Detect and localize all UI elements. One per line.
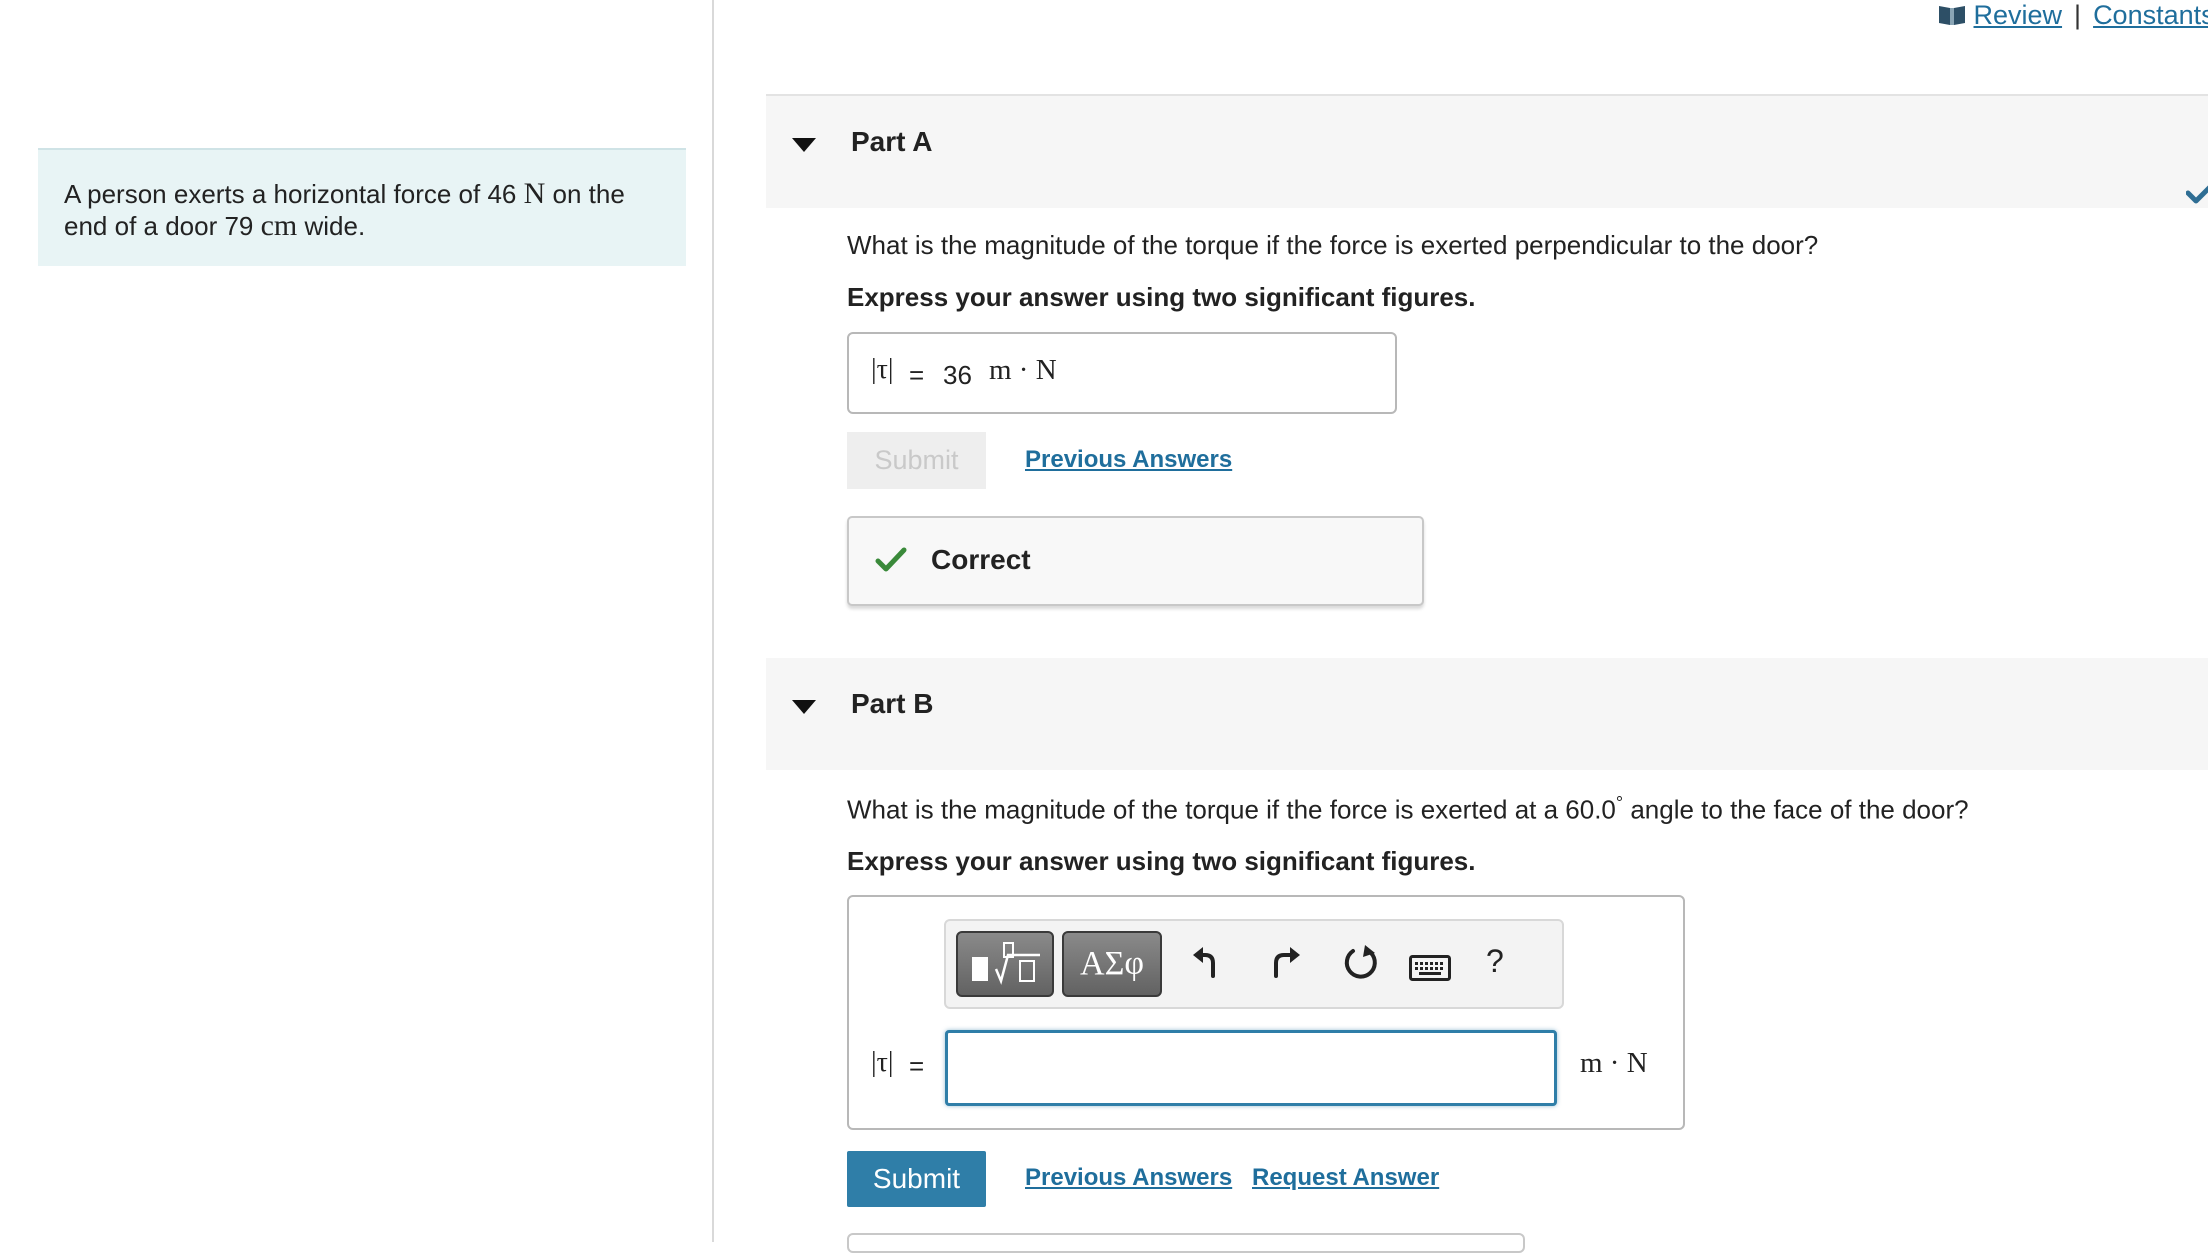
- undo-icon[interactable]: [1191, 943, 1225, 981]
- request-answer-link[interactable]: Request Answer: [1252, 1164, 1439, 1192]
- equals-sign: =: [909, 360, 925, 390]
- part-b-previous-answers-link[interactable]: Previous Answers: [1025, 1164, 1232, 1192]
- reset-icon[interactable]: [1341, 943, 1381, 983]
- equals-sign: =: [909, 1051, 925, 1081]
- part-b-answer-input[interactable]: [945, 1030, 1557, 1106]
- problem-text-3: wide.: [297, 211, 366, 241]
- part-a-answer-display: |τ| = 36 m · N: [847, 332, 1397, 414]
- next-panel-edge: [847, 1233, 1525, 1253]
- constants-link[interactable]: Constants: [2093, 0, 2208, 30]
- keyboard-icon[interactable]: [1409, 955, 1451, 981]
- correct-text: Correct: [931, 544, 1031, 575]
- part-b-title: Part B: [851, 688, 934, 719]
- pane-divider: [712, 0, 714, 1242]
- part-a-submit-button: Submit: [847, 432, 986, 489]
- part-a-header[interactable]: Part A: [766, 94, 2208, 208]
- templates-icon: [972, 942, 1040, 985]
- part-b-submit-button[interactable]: Submit: [847, 1151, 986, 1207]
- torque-symbol: |τ|: [871, 354, 894, 385]
- correct-check-icon: [875, 547, 907, 572]
- part-b-header[interactable]: Part B: [766, 658, 2208, 770]
- length-unit: cm: [260, 209, 298, 242]
- correct-feedback: Correct: [847, 516, 1424, 606]
- part-b-instruction: Express your answer using two significan…: [847, 846, 1476, 876]
- part-a-answer-value: 36: [943, 360, 972, 390]
- problem-statement: A person exerts a horizontal force of 46…: [38, 148, 686, 266]
- review-link[interactable]: Review: [1974, 0, 2063, 30]
- math-toolbar: ΑΣφ ?: [944, 919, 1564, 1009]
- part-a-previous-answers-link[interactable]: Previous Answers: [1025, 446, 1232, 474]
- part-b-unit: m · N: [1580, 1047, 1648, 1079]
- part-b-question-text-2: angle to the face of the door?: [1623, 794, 1969, 825]
- part-a-title: Part A: [851, 126, 933, 157]
- redo-icon[interactable]: [1268, 943, 1302, 981]
- book-icon: [1939, 6, 1965, 25]
- part-b-question: What is the magnitude of the torque if t…: [847, 793, 1969, 826]
- templates-button[interactable]: [956, 931, 1054, 997]
- help-button[interactable]: ?: [1486, 943, 1504, 980]
- part-a-unit: m · N: [989, 354, 1057, 386]
- part-a-question: What is the magnitude of the torque if t…: [847, 230, 1819, 260]
- math-answer-editor: ΑΣφ ? |τ| = m · N: [847, 895, 1685, 1130]
- torque-symbol: |τ|: [871, 1047, 894, 1078]
- collapse-caret-icon[interactable]: [792, 700, 816, 714]
- top-links: Review | Constants: [1938, 0, 2208, 34]
- part-b-question-text-1: What is the magnitude of the torque if t…: [847, 794, 1616, 825]
- link-separator: |: [2074, 0, 2082, 30]
- collapse-caret-icon[interactable]: [792, 138, 816, 152]
- part-a-instruction: Express your answer using two significan…: [847, 282, 1476, 312]
- symbols-button[interactable]: ΑΣφ: [1062, 931, 1162, 997]
- completed-check-icon: [2186, 185, 2208, 204]
- force-unit: N: [523, 177, 546, 210]
- problem-text-1: A person exerts a horizontal force of 46: [64, 179, 524, 209]
